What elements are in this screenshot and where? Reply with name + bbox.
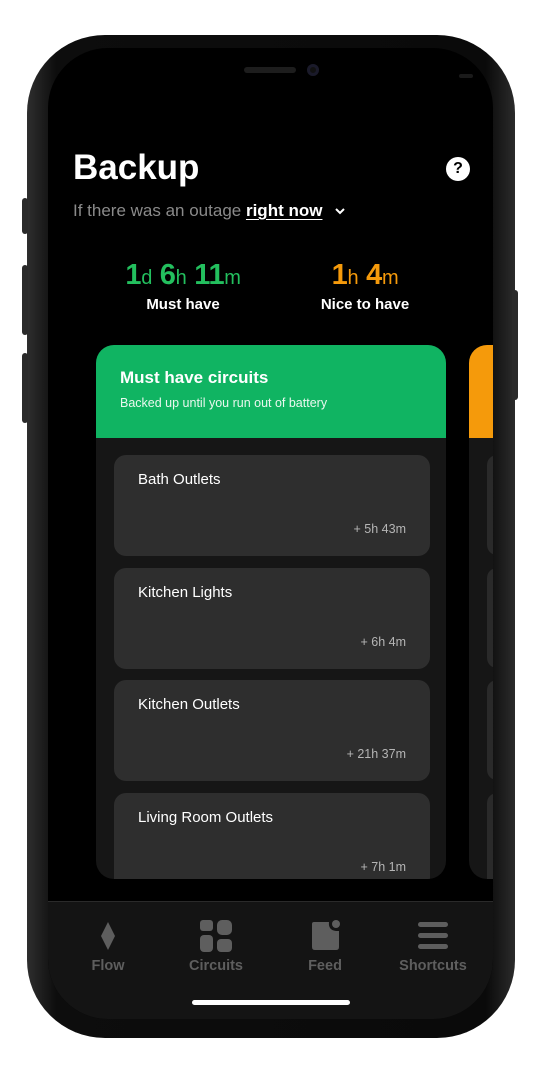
circuit-item[interactable]: Living Room Outlets + 7h 1m — [114, 793, 430, 879]
outage-time-dropdown[interactable]: right now — [246, 201, 322, 220]
circuits-icon — [171, 916, 261, 956]
help-icon[interactable]: ? — [446, 157, 470, 181]
must-have-duration: 1d 6h 11m — [125, 259, 241, 291]
peek-circuit-item — [487, 793, 493, 879]
feed-icon — [280, 916, 370, 956]
must-have-card[interactable]: Must have circuits Backed up until you r… — [96, 345, 446, 879]
peek-card-header — [469, 345, 493, 438]
speaker — [244, 67, 296, 73]
nice-to-have-label: Nice to have — [320, 296, 410, 313]
power-button — [512, 290, 518, 400]
tab-label: Circuits — [189, 958, 243, 974]
home-indicator[interactable] — [192, 1000, 350, 1005]
circuit-time: + 21h 37m — [346, 747, 406, 761]
front-camera — [307, 64, 319, 76]
status-indicator — [459, 74, 473, 78]
must-have-stat: 1d 6h 11m Must have — [108, 259, 258, 313]
circuit-item[interactable]: Kitchen Outlets + 21h 37m — [114, 680, 430, 781]
peek-circuit-item — [487, 680, 493, 780]
circuit-time: + 6h 4m — [360, 635, 406, 649]
circuit-item[interactable]: Kitchen Lights + 6h 4m — [114, 568, 430, 669]
tab-feed[interactable]: Feed — [280, 916, 370, 974]
page-title: Backup — [73, 148, 200, 187]
circuit-time: + 5h 43m — [353, 522, 406, 536]
card-title: Must have circuits — [120, 368, 269, 387]
bottom-tab-bar: Flow Circuits Feed Shortcuts — [48, 901, 493, 1019]
peek-circuit-item — [487, 455, 493, 555]
nice-to-have-duration: 1h 4m — [331, 259, 399, 291]
nice-to-have-card-peek[interactable] — [469, 345, 493, 879]
circuit-name: Kitchen Lights — [138, 584, 233, 601]
tab-label: Feed — [308, 958, 342, 974]
outage-prefix: If there was an outage — [73, 201, 242, 220]
circuit-name: Bath Outlets — [138, 471, 221, 488]
must-have-label: Must have — [146, 296, 220, 313]
chevron-down-icon[interactable] — [335, 208, 345, 215]
circuit-name: Kitchen Outlets — [138, 696, 240, 713]
shortcuts-icon — [388, 916, 478, 956]
card-subtitle: Backed up until you run out of battery — [120, 396, 328, 410]
tab-circuits[interactable]: Circuits — [171, 916, 261, 974]
circuit-name: Living Room Outlets — [138, 809, 274, 826]
flow-icon — [63, 916, 153, 956]
circuit-time: + 7h 1m — [360, 860, 406, 874]
tab-flow[interactable]: Flow — [63, 916, 153, 974]
tab-label: Flow — [91, 958, 125, 974]
tab-shortcuts[interactable]: Shortcuts — [388, 916, 478, 974]
screen: Backup ? If there was an outage right no… — [48, 48, 493, 1019]
mute-switch — [22, 198, 28, 234]
circuit-item[interactable]: Bath Outlets + 5h 43m — [114, 455, 430, 556]
card-header: Must have circuits Backed up until you r… — [96, 345, 446, 438]
tab-label: Shortcuts — [399, 958, 467, 974]
peek-circuit-item — [487, 568, 493, 668]
outage-selector: If there was an outage right now — [73, 201, 345, 221]
volume-down-button — [22, 353, 28, 423]
volume-up-button — [22, 265, 28, 335]
nice-to-have-stat: 1h 4m Nice to have — [290, 259, 440, 313]
